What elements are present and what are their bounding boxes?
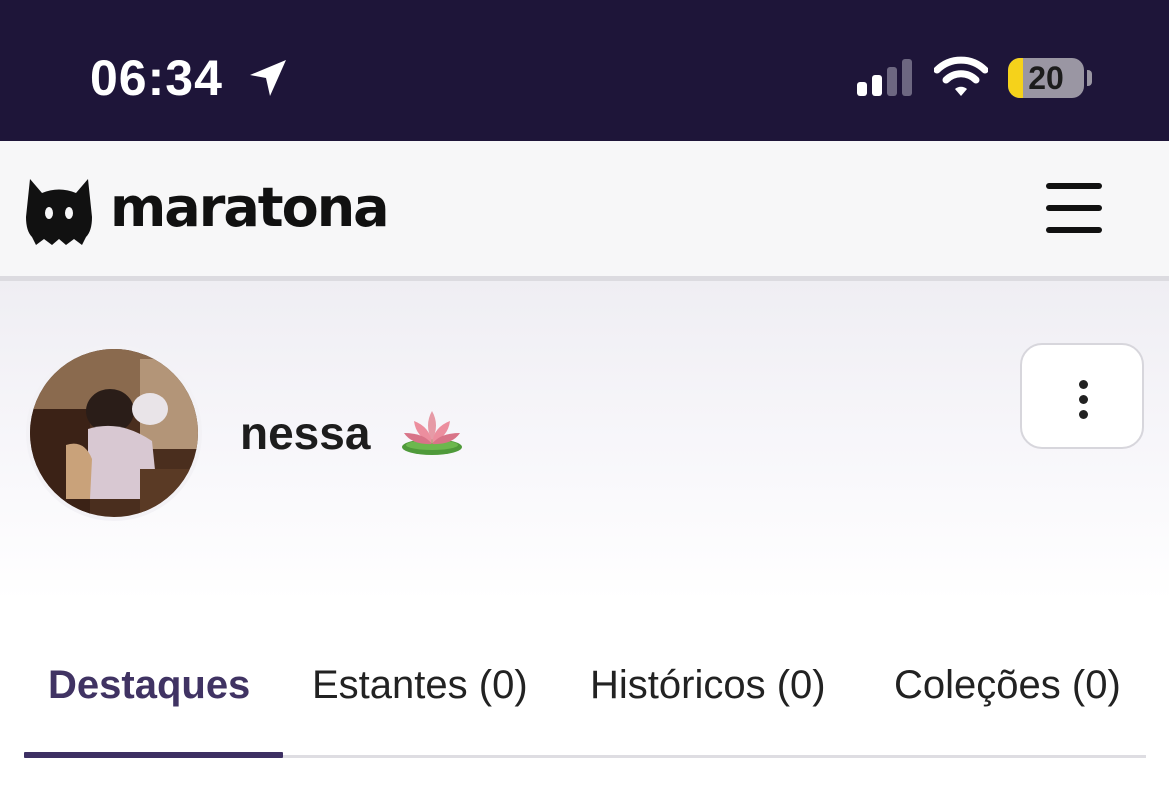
tab-historicos[interactable]: Históricos (0) (590, 660, 826, 710)
active-tab-indicator (24, 752, 283, 758)
battery-cap (1087, 70, 1092, 86)
location-arrow-icon (250, 60, 286, 96)
cat-logo-icon[interactable] (24, 173, 94, 247)
cellular-signal-icon (857, 59, 912, 96)
battery-percentage: 20 (1028, 60, 1064, 96)
avatar-photo (30, 349, 198, 517)
status-time: 06:34 (90, 50, 223, 106)
tab-destaques[interactable]: Destaques (48, 660, 250, 710)
app-header: maratona (0, 141, 1169, 281)
hamburger-menu-icon[interactable] (1040, 175, 1108, 241)
tab-colecoes[interactable]: Coleções (0) (894, 660, 1121, 710)
profile-header: nessa (0, 281, 1169, 601)
wifi-icon (934, 56, 988, 96)
more-options-button[interactable] (1020, 343, 1144, 449)
battery-icon: 20 (1008, 58, 1084, 98)
tab-estantes[interactable]: Estantes (0) (312, 660, 528, 710)
avatar[interactable] (26, 345, 202, 521)
vertical-dots-icon (1079, 380, 1088, 389)
profile-tabs: Destaques Estantes (0) Históricos (0) Co… (0, 640, 1169, 770)
lotus-icon (402, 411, 462, 455)
username: nessa (240, 407, 371, 459)
status-bar: 06:34 20 (0, 0, 1169, 141)
logo-text[interactable]: maratona (110, 177, 390, 239)
